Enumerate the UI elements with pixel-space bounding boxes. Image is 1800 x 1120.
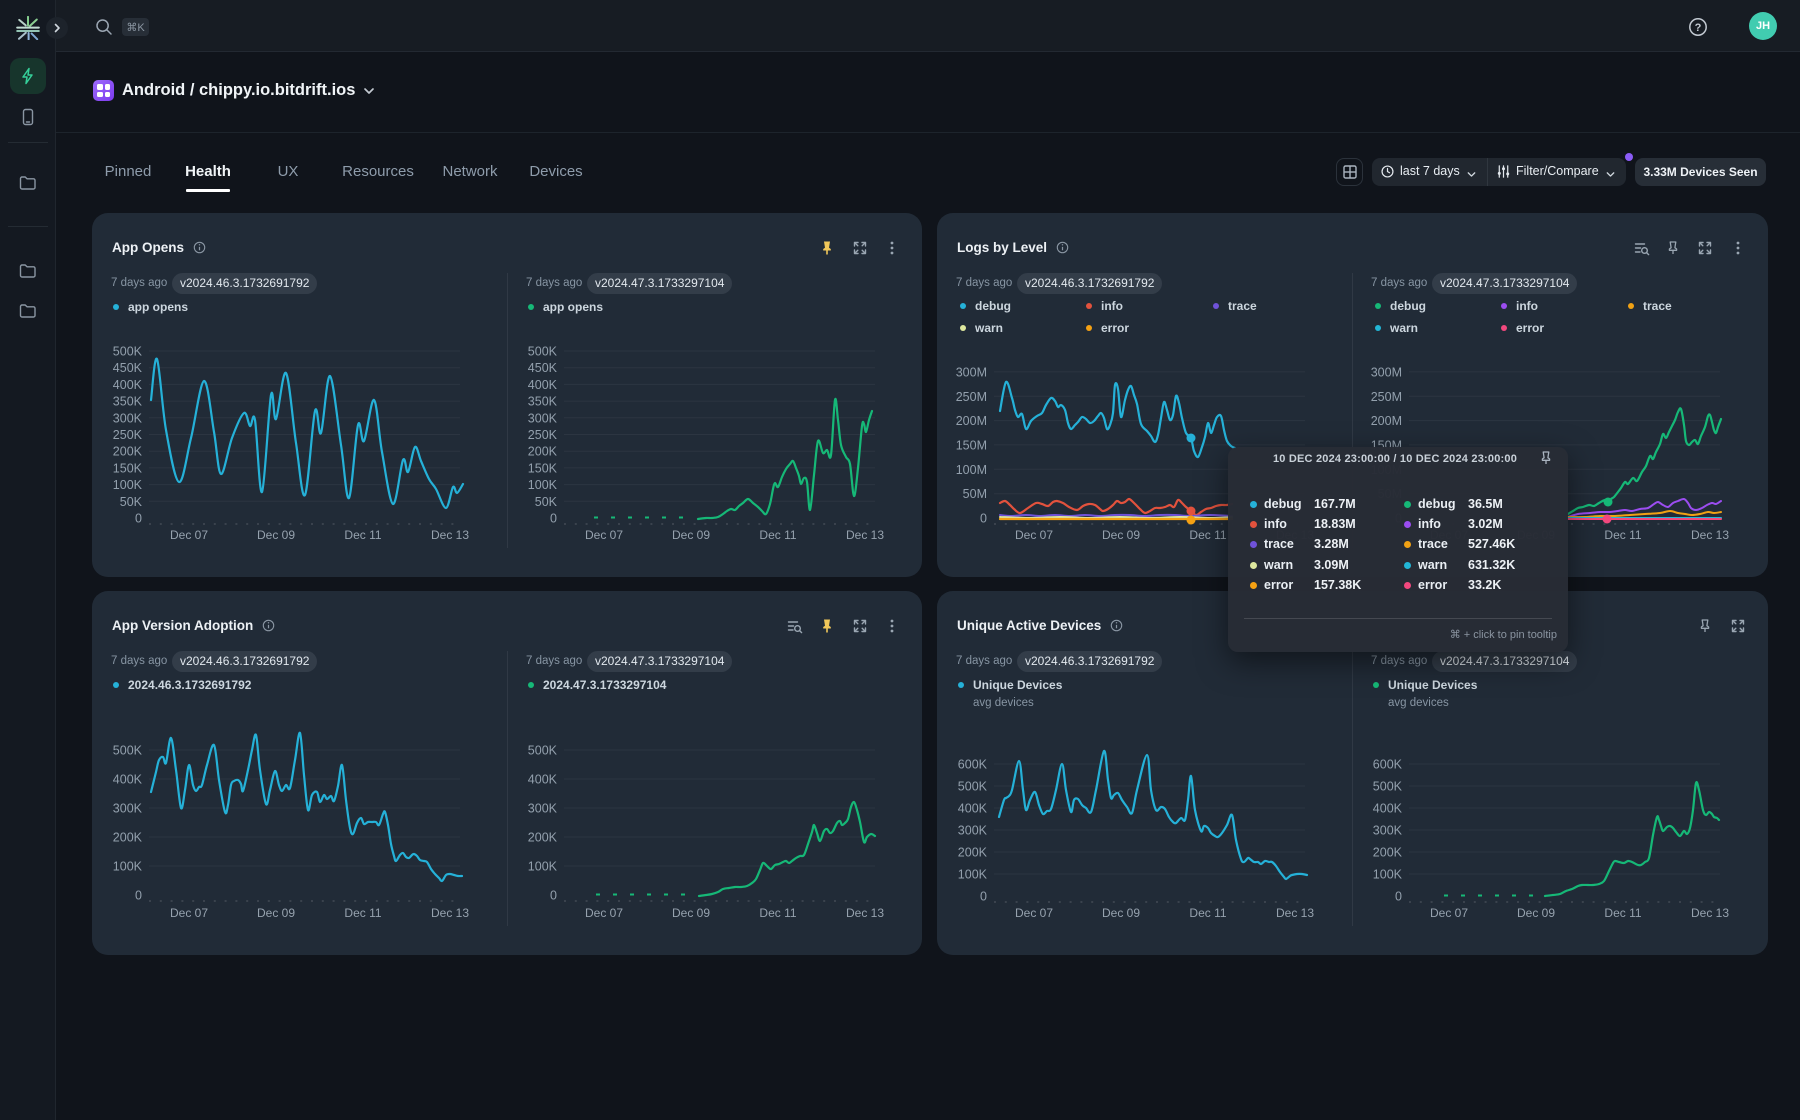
svg-text:Dec 11: Dec 11 — [1604, 528, 1641, 542]
svg-text:Dec 11: Dec 11 — [344, 906, 381, 920]
svg-text:Dec 13: Dec 13 — [1691, 906, 1729, 920]
svg-text:500K: 500K — [113, 744, 143, 758]
svg-text:400K: 400K — [1373, 802, 1403, 816]
svg-text:Dec 09: Dec 09 — [1517, 906, 1555, 920]
svg-text:0: 0 — [135, 512, 142, 526]
svg-text:Dec 07: Dec 07 — [1430, 906, 1468, 920]
svg-text:100M: 100M — [956, 463, 987, 477]
svg-text:50M: 50M — [963, 487, 987, 501]
svg-text:350K: 350K — [528, 395, 558, 409]
svg-text:100K: 100K — [958, 868, 988, 882]
svg-text:500K: 500K — [528, 744, 558, 758]
svg-text:Dec 11: Dec 11 — [344, 528, 381, 542]
svg-text:50K: 50K — [120, 495, 143, 509]
svg-text:Dec 11: Dec 11 — [759, 906, 796, 920]
svg-text:450K: 450K — [528, 361, 558, 375]
svg-text:150K: 150K — [528, 461, 558, 475]
svg-text:400K: 400K — [113, 773, 143, 787]
svg-text:Dec 11: Dec 11 — [1604, 906, 1641, 920]
svg-text:600K: 600K — [958, 758, 988, 772]
svg-text:300K: 300K — [113, 802, 143, 816]
svg-text:Dec 09: Dec 09 — [257, 906, 295, 920]
svg-text:300K: 300K — [113, 411, 143, 425]
svg-text:100K: 100K — [113, 478, 143, 492]
svg-text:200K: 200K — [113, 445, 143, 459]
svg-text:Dec 11: Dec 11 — [1189, 528, 1226, 542]
svg-text:50K: 50K — [535, 495, 558, 509]
svg-text:Dec 07: Dec 07 — [170, 528, 208, 542]
svg-text:Dec 07: Dec 07 — [585, 528, 623, 542]
svg-text:Dec 13: Dec 13 — [1691, 528, 1729, 542]
svg-text:0: 0 — [1395, 890, 1402, 904]
svg-text:200M: 200M — [1371, 414, 1402, 428]
svg-text:Dec 11: Dec 11 — [759, 528, 796, 542]
svg-text:200K: 200K — [958, 846, 988, 860]
svg-text:0: 0 — [980, 890, 987, 904]
svg-text:0: 0 — [550, 512, 557, 526]
svg-text:150M: 150M — [956, 438, 987, 452]
svg-text:400K: 400K — [113, 378, 143, 392]
svg-text:250K: 250K — [113, 428, 143, 442]
svg-text:350K: 350K — [113, 395, 143, 409]
svg-text:100K: 100K — [1373, 868, 1403, 882]
svg-text:300K: 300K — [528, 411, 558, 425]
svg-text:0: 0 — [550, 889, 557, 903]
svg-text:Dec 13: Dec 13 — [431, 528, 469, 542]
svg-text:Dec 09: Dec 09 — [1102, 528, 1140, 542]
svg-text:400K: 400K — [528, 773, 558, 787]
svg-text:500K: 500K — [528, 345, 558, 359]
svg-text:250M: 250M — [956, 390, 987, 404]
svg-text:300K: 300K — [958, 824, 988, 838]
svg-text:Dec 07: Dec 07 — [1015, 528, 1053, 542]
svg-text:Dec 07: Dec 07 — [1015, 906, 1053, 920]
svg-text:300M: 300M — [1371, 365, 1402, 379]
svg-text:Dec 13: Dec 13 — [1276, 906, 1314, 920]
svg-text:200K: 200K — [113, 831, 143, 845]
svg-text:300M: 300M — [956, 365, 987, 379]
svg-text:300K: 300K — [1373, 824, 1403, 838]
svg-text:450K: 450K — [113, 361, 143, 375]
svg-text:Dec 13: Dec 13 — [431, 906, 469, 920]
svg-text:400K: 400K — [528, 378, 558, 392]
svg-text:Dec 09: Dec 09 — [257, 528, 295, 542]
svg-text:500K: 500K — [1373, 780, 1403, 794]
svg-text:250M: 250M — [1371, 390, 1402, 404]
svg-text:Dec 13: Dec 13 — [846, 906, 884, 920]
svg-text:Dec 11: Dec 11 — [1189, 906, 1226, 920]
svg-text:500K: 500K — [958, 780, 988, 794]
svg-text:Dec 09: Dec 09 — [672, 528, 710, 542]
svg-text:600K: 600K — [1373, 758, 1403, 772]
svg-text:100K: 100K — [113, 860, 143, 874]
svg-text:250K: 250K — [528, 428, 558, 442]
svg-text:100K: 100K — [528, 860, 558, 874]
svg-text:400K: 400K — [958, 802, 988, 816]
svg-text:200K: 200K — [528, 831, 558, 845]
svg-text:200M: 200M — [956, 414, 987, 428]
svg-text:Dec 07: Dec 07 — [585, 906, 623, 920]
svg-text:200K: 200K — [528, 445, 558, 459]
svg-text:500K: 500K — [113, 345, 143, 359]
svg-text:0: 0 — [135, 889, 142, 903]
svg-text:Dec 09: Dec 09 — [1102, 906, 1140, 920]
svg-text:300K: 300K — [528, 802, 558, 816]
svg-text:150K: 150K — [113, 461, 143, 475]
svg-text:Dec 13: Dec 13 — [846, 528, 884, 542]
svg-text:100K: 100K — [528, 478, 558, 492]
svg-text:?: ? — [1695, 22, 1702, 34]
svg-text:Dec 07: Dec 07 — [170, 906, 208, 920]
svg-text:200K: 200K — [1373, 846, 1403, 860]
svg-text:Dec 09: Dec 09 — [672, 906, 710, 920]
svg-text:0: 0 — [980, 512, 987, 526]
